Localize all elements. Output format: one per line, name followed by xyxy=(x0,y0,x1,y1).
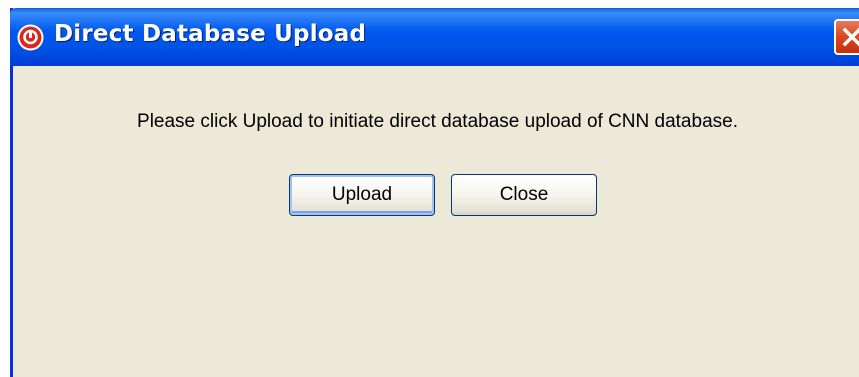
title-bar[interactable]: Direct Database Upload xyxy=(10,8,859,66)
dialog-window: Direct Database Upload Please click Uplo… xyxy=(10,8,859,377)
window-close-button[interactable] xyxy=(834,19,859,55)
close-icon xyxy=(842,27,859,47)
dialog-message: Please click Upload to initiate direct d… xyxy=(137,111,738,132)
close-button[interactable]: Close xyxy=(451,174,597,216)
app-logo-icon xyxy=(17,24,44,51)
window-title: Direct Database Upload xyxy=(54,21,367,47)
upload-button[interactable]: Upload xyxy=(289,174,435,216)
